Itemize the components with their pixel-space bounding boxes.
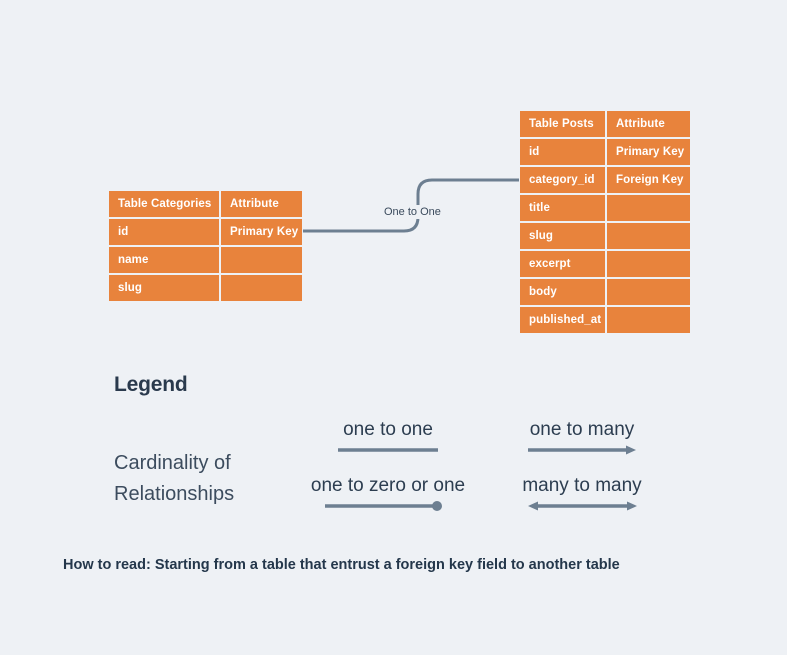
field-cell: published_at (520, 307, 605, 333)
field-cell: slug (109, 275, 219, 301)
legend-title: Legend (114, 373, 188, 396)
diagram-canvas: Table Categories Attribute id Primary Ke… (0, 0, 787, 655)
er-table-posts[interactable]: Table Posts Attribute id Primary Key cat… (520, 111, 690, 333)
table-row[interactable]: id Primary Key (109, 219, 302, 245)
field-cell: name (109, 247, 219, 273)
attribute-cell (221, 247, 302, 273)
attribute-header-cell: Attribute (607, 111, 690, 137)
table-row[interactable]: body (520, 279, 690, 305)
attribute-cell (607, 223, 690, 249)
legend-item-one-to-many: one to many (500, 418, 664, 456)
table-row[interactable]: excerpt (520, 251, 690, 277)
table-title-cell: Table Posts (520, 111, 605, 137)
field-cell: slug (520, 223, 605, 249)
table-row[interactable]: title (520, 195, 690, 221)
table-row[interactable]: name (109, 247, 302, 273)
attribute-cell (221, 275, 302, 301)
table-row[interactable]: id Primary Key (520, 139, 690, 165)
attribute-cell (607, 307, 690, 333)
table-row[interactable]: slug (109, 275, 302, 301)
attribute-cell: Foreign Key (607, 167, 690, 193)
how-to-read-caption: How to read: Starting from a table that … (63, 557, 620, 573)
table-row[interactable]: published_at (520, 307, 690, 333)
attribute-cell (607, 195, 690, 221)
attribute-cell: Primary Key (607, 139, 690, 165)
legend-item-one-to-zero-or-one: one to zero or one (281, 474, 495, 512)
legend-subject: Cardinality of Relationships (114, 452, 235, 505)
legend-item-one-to-one: one to one (296, 418, 480, 456)
attribute-header-cell: Attribute (221, 191, 302, 217)
attribute-cell (607, 251, 690, 277)
er-table-categories[interactable]: Table Categories Attribute id Primary Ke… (109, 191, 302, 301)
line-dot-right-icon (325, 501, 442, 511)
relationship-label: One to One (381, 205, 444, 219)
table-row[interactable]: slug (520, 223, 690, 249)
attribute-cell: Primary Key (221, 219, 302, 245)
legend-item-many-to-many: many to many (497, 474, 667, 512)
field-cell: id (520, 139, 605, 165)
table-header-row: Table Categories Attribute (109, 191, 302, 217)
line-arrow-both-icon (528, 501, 637, 511)
legend-label: one to many (529, 419, 635, 440)
legend-label: one to zero or one (310, 475, 466, 496)
field-cell: title (520, 195, 605, 221)
table-header-row: Table Posts Attribute (520, 111, 690, 137)
legend-label: one to one (343, 419, 433, 440)
field-cell: id (109, 219, 219, 245)
line-arrow-right-icon (528, 445, 636, 455)
field-cell: body (520, 279, 605, 305)
field-cell: excerpt (520, 251, 605, 277)
table-row[interactable]: category_id Foreign Key (520, 167, 690, 193)
table-title-cell: Table Categories (109, 191, 219, 217)
plain-line-icon (338, 448, 438, 452)
field-cell: category_id (520, 167, 605, 193)
attribute-cell (607, 279, 690, 305)
legend-label: many to many (522, 475, 642, 496)
